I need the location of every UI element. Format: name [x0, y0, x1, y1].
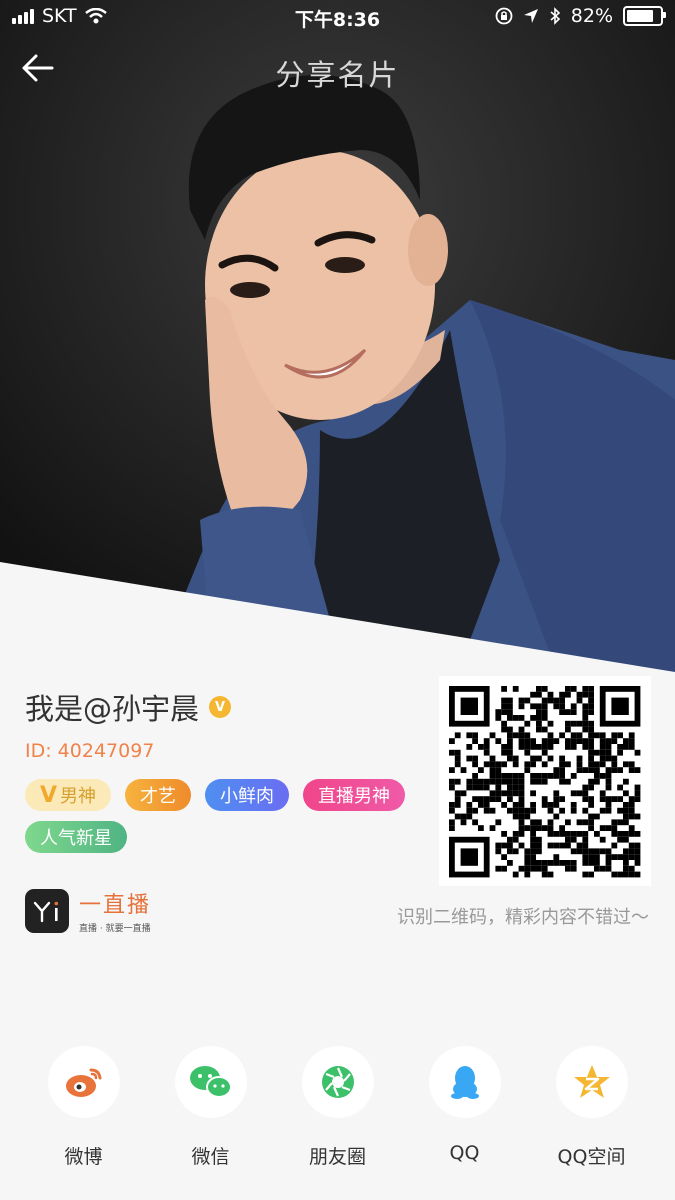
qq-icon	[450, 1066, 479, 1099]
qr-finder-pattern	[599, 686, 641, 727]
qr-tip: 识别二维码，精彩内容不错过～	[397, 907, 649, 928]
nav-bar: 分享名片	[0, 44, 675, 94]
battery-icon	[623, 6, 666, 26]
share-bar: 微博 微信 朋友圈 QQ QQ空间	[0, 1046, 675, 1169]
share-qq[interactable]: QQ	[420, 1046, 510, 1169]
tag-item: 小鲜肉	[205, 779, 290, 811]
share-label: QQ空间	[557, 1146, 626, 1168]
status-bar: SKT 下午8:36 82%	[0, 0, 675, 36]
hero-photo: SKT 下午8:36 82% 分享名片	[0, 0, 675, 680]
verified-badge-icon: V	[209, 696, 232, 718]
brand-name: 一直播	[79, 893, 152, 918]
card-diagonal-edge	[0, 562, 675, 680]
wechat-icon	[189, 1066, 232, 1098]
tag-item: 直播男神	[303, 779, 406, 811]
profile-name: 我是@孙宇晨	[25, 692, 200, 726]
share-label: 朋友圈	[308, 1146, 366, 1168]
tag-label: 男神	[60, 786, 97, 807]
location-icon	[523, 9, 538, 23]
qzone-icon	[573, 1065, 610, 1098]
v-mark-icon: V	[40, 782, 58, 808]
share-label: QQ	[449, 1142, 480, 1164]
tag-item: 才艺	[125, 779, 192, 811]
qr-finder-pattern	[449, 836, 490, 878]
share-qzone[interactable]: QQ空间	[547, 1046, 637, 1169]
share-weibo[interactable]: 微博	[39, 1046, 129, 1169]
profile-id: ID: 40247097	[25, 740, 155, 762]
share-label: 微博	[64, 1146, 103, 1168]
brand-slogan: 直播 · 就要一直播	[79, 924, 151, 934]
brand-block: 一直播 直播 · 就要一直播	[25, 887, 151, 934]
share-wechat[interactable]: 微信	[166, 1046, 256, 1169]
qr-code[interactable]	[439, 676, 651, 886]
share-moments[interactable]: 朋友圈	[293, 1046, 383, 1169]
brand-logo-icon	[25, 888, 69, 933]
tag-list: V 男神 才艺 小鲜肉 直播男神 人气新星	[25, 779, 425, 853]
share-label: 微信	[191, 1146, 230, 1168]
tag-item: 人气新星	[25, 821, 127, 853]
moments-icon	[321, 1066, 354, 1098]
battery-percent: 82%	[570, 5, 613, 27]
rotation-lock-icon	[495, 7, 513, 25]
tag-item: V 男神	[25, 779, 112, 811]
page-title: 分享名片	[275, 58, 400, 92]
profile-name-row: 我是@孙宇晨 V	[25, 686, 232, 728]
bluetooth-icon	[550, 7, 560, 25]
weibo-icon	[65, 1068, 101, 1097]
qr-finder-pattern	[449, 686, 490, 727]
